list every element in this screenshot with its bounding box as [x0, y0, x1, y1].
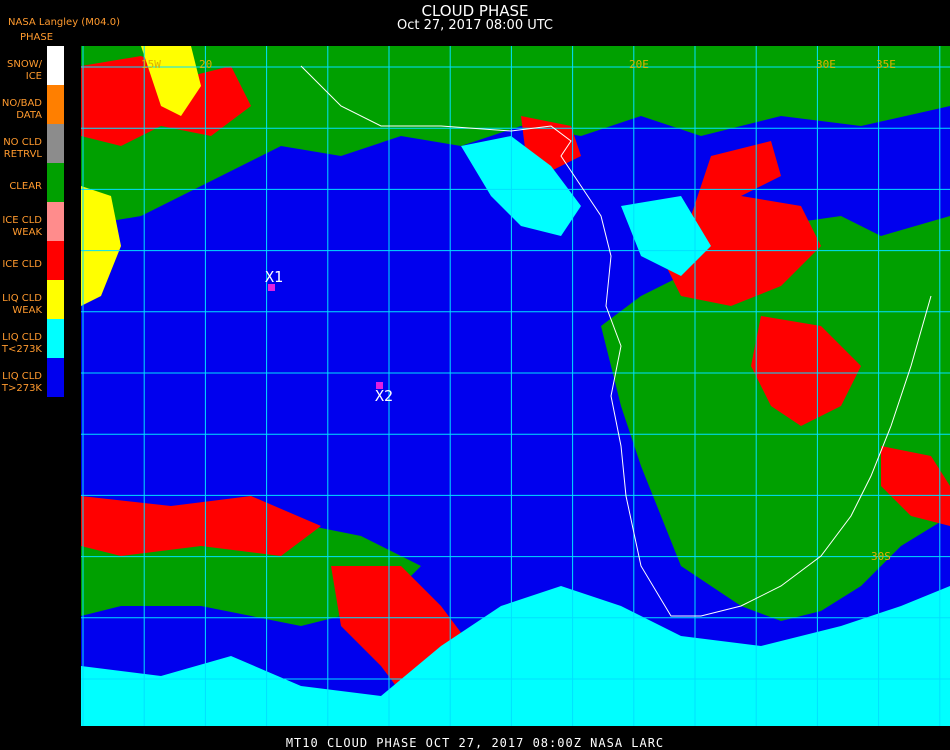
legend-item-liq-cld-weak: LIQ CLD WEAK	[0, 280, 82, 319]
legend-item-liq-cld-warm: LIQ CLD T>273K	[0, 358, 82, 397]
legend-title: PHASE	[20, 32, 54, 43]
grid-label-lon: 15W	[141, 58, 161, 71]
legend-label: CLEAR	[9, 181, 42, 192]
grid-label-lon: 35E	[876, 58, 896, 71]
cloud-phase-map: X1 X2 15W 20 20E 30E 35E 30S	[81, 46, 950, 726]
header-bar: CLOUD PHASE Oct 27, 2017 08:00 UTC NASA …	[0, 0, 950, 46]
legend-item-snow-ice: SNOW/ICE	[0, 46, 82, 85]
legend-item-clear: CLEAR	[0, 163, 82, 202]
legend-item-ice-cld-weak: ICE CLD WEAK	[0, 202, 82, 241]
grid-label-lon: 20	[199, 58, 213, 71]
footer-caption: MT10 CLOUD PHASE OCT 27, 2017 08:00Z NAS…	[285, 736, 665, 750]
legend-label: ICE CLD WEAK	[2, 215, 42, 238]
marker-x2-label: X2	[375, 387, 394, 405]
legend-item-liq-cld-cold: LIQ CLD T<273K	[0, 319, 82, 358]
legend-label: ICE CLD	[2, 259, 42, 270]
legend-swatch	[47, 280, 64, 319]
legend-label: NO/BAD DATA	[1, 98, 42, 121]
provider-label: NASA Langley (M04.0)	[8, 17, 120, 28]
map-canvas	[81, 46, 950, 726]
legend-swatch	[47, 85, 64, 124]
grid-label-lon: 20E	[629, 58, 649, 71]
legend-label: LIQ CLD WEAK	[2, 293, 42, 316]
legend-item-ice-cld: ICE CLD	[0, 241, 82, 280]
legend-item-no-cld-retrvl: NO CLD RETRVL	[0, 124, 82, 163]
legend-label: LIQ CLD T>273K	[1, 371, 42, 394]
legend-swatch	[47, 358, 64, 397]
legend-swatch	[47, 124, 64, 163]
legend-swatch	[47, 163, 64, 202]
legend-label: SNOW/ICE	[7, 59, 42, 82]
legend-swatch	[47, 241, 64, 280]
legend-swatch	[47, 202, 64, 241]
legend-swatch	[47, 319, 64, 358]
legend-swatch	[47, 46, 64, 85]
phase-legend: SNOW/ICE NO/BAD DATA NO CLD RETRVL CLEAR I…	[0, 46, 82, 402]
map-timestamp: Oct 27, 2017 08:00 UTC	[397, 18, 553, 33]
legend-label: LIQ CLD T<273K	[1, 332, 42, 355]
legend-item-no-bad-data: NO/BAD DATA	[0, 85, 82, 124]
grid-label-lat: 30S	[871, 550, 891, 563]
grid-label-lon: 30E	[816, 58, 836, 71]
legend-label: NO CLD RETRVL	[3, 137, 42, 160]
marker-x1-label: X1	[265, 268, 284, 286]
